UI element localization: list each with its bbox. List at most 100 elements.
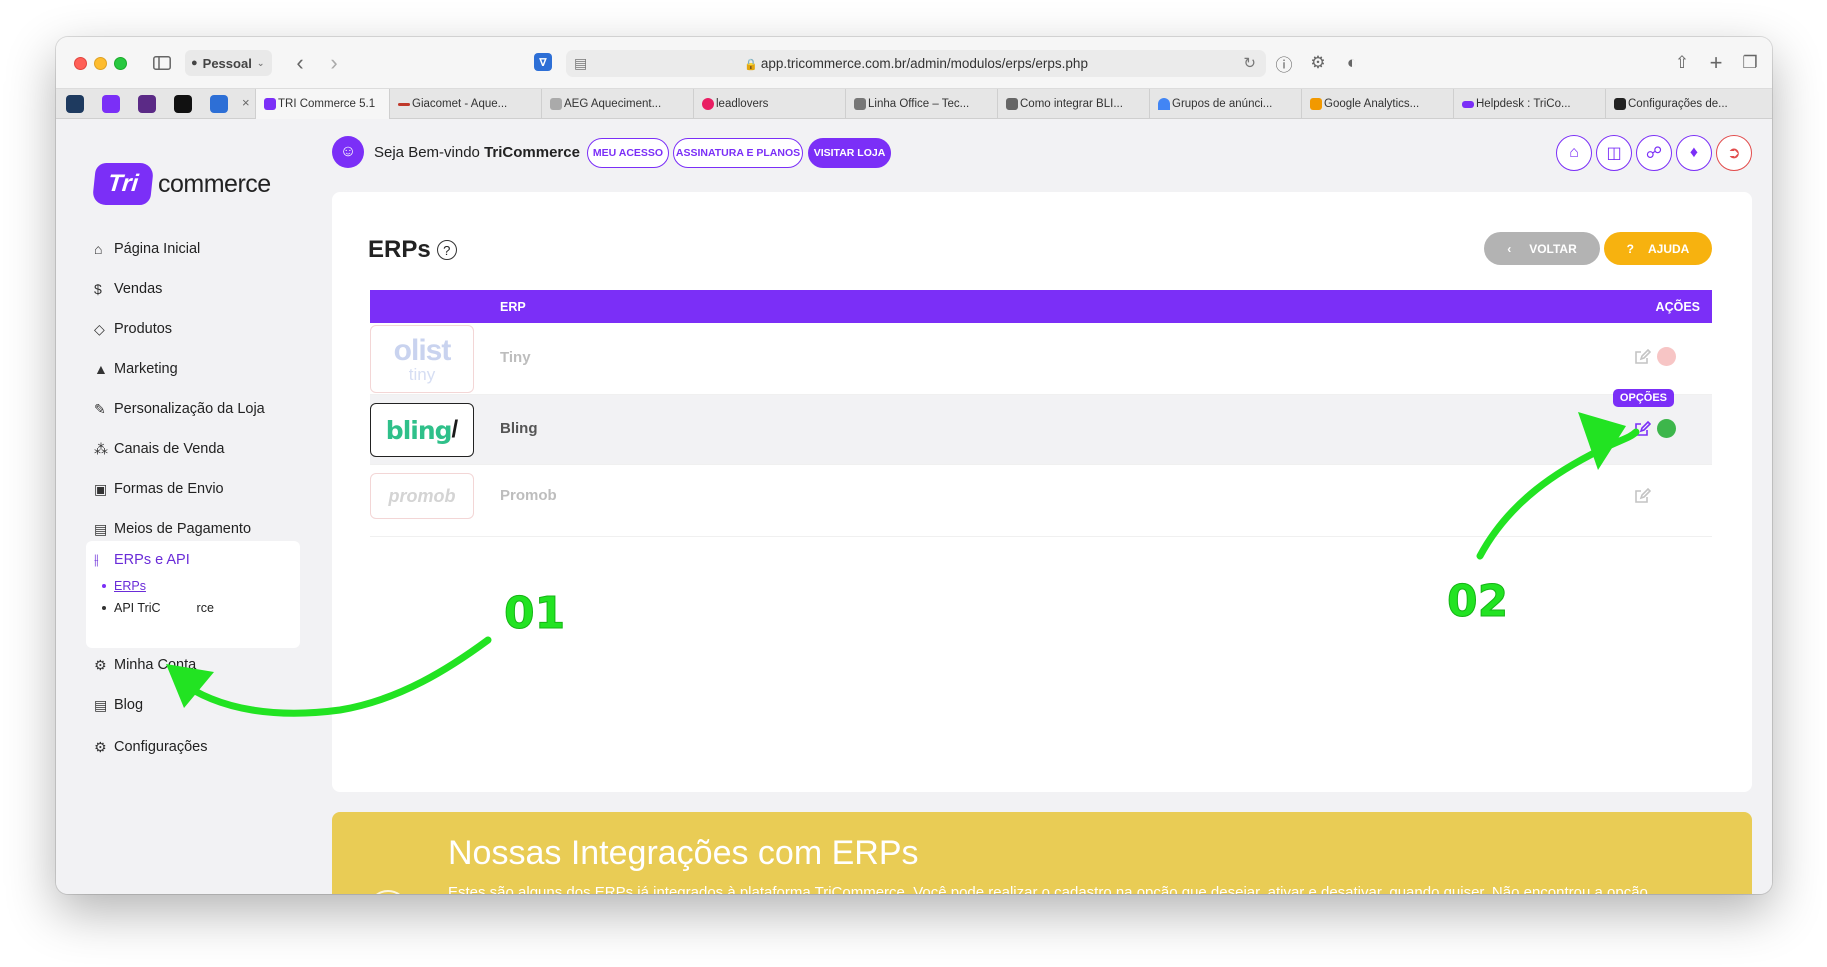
minimize-window-button[interactable]	[94, 57, 107, 70]
forward-icon[interactable]: ›	[322, 50, 346, 75]
tab-label: Google Analytics...	[1324, 98, 1420, 110]
zoom-window-button[interactable]	[114, 57, 127, 70]
pinned-tab-5[interactable]	[210, 95, 228, 113]
sidebar-item-configuracoes[interactable]: ⚙ Configurações	[94, 736, 208, 758]
tab-google-analytics[interactable]: Google Analytics...	[1301, 89, 1453, 119]
user-avatar-icon[interactable]: ☺	[332, 136, 364, 168]
sidebar-item-pagina-inicial[interactable]: ⌂ Página Inicial	[94, 238, 200, 260]
tab-overview-icon[interactable]: ❐	[1738, 51, 1762, 75]
sidebar-item-label: Minha Conta	[114, 657, 197, 673]
tab-label: leadlovers	[716, 98, 769, 110]
edit-icon[interactable]	[1632, 419, 1652, 439]
sidebar-group-erps-api: ⫲ ERPs e API ERPs API TriC rce	[86, 541, 300, 648]
edit-icon[interactable]	[1632, 486, 1652, 506]
erp-logo-main: bling	[385, 415, 453, 445]
tab-giacomet[interactable]: Giacomet - Aque...	[389, 89, 541, 119]
erp-name: Tiny	[500, 349, 531, 366]
sidebar-item-blog[interactable]: ▤ Blog	[94, 694, 143, 716]
cart-icon[interactable]: ☍	[1636, 135, 1672, 171]
truck-icon: ▣	[94, 480, 108, 497]
info-icon[interactable]: ⓘ	[1272, 51, 1296, 75]
status-indicator[interactable]	[1657, 347, 1676, 366]
browser-window: ● Pessoal ⌄ ‹ › ∇ ▤ 🔒 app.tricommerce.co…	[56, 37, 1772, 894]
sidebar-subitem-erps[interactable]: ERPs	[102, 579, 146, 593]
reload-icon[interactable]: ↻	[1243, 54, 1256, 72]
browser-toolbar: ● Pessoal ⌄ ‹ › ∇ ▤ 🔒 app.tricommerce.co…	[56, 37, 1772, 89]
tab-tricommerce[interactable]: TRI Commerce 5.1	[255, 89, 389, 119]
voltar-button[interactable]: ‹ VOLTAR	[1484, 232, 1600, 265]
address-bar[interactable]: ▤ 🔒 app.tricommerce.com.br/admin/modulos…	[566, 50, 1266, 77]
sidebar-subitem-label-end: rce	[196, 601, 214, 615]
edit-icon[interactable]	[1632, 347, 1652, 367]
shopping-bag-icon[interactable]: ◫	[1596, 135, 1632, 171]
annotation-label-02: 02	[1446, 576, 1509, 628]
sidebar-toggle-icon[interactable]	[150, 51, 174, 75]
bell-icon[interactable]: ♦	[1676, 135, 1712, 171]
new-tab-icon[interactable]: +	[1704, 50, 1728, 75]
ajuda-button[interactable]: ? AJUDA	[1604, 232, 1712, 265]
sidebar-item-canais-venda[interactable]: ⁂ Canais de Venda	[94, 438, 224, 460]
sidebar-item-label: Página Inicial	[114, 241, 201, 257]
column-header-acoes: AÇÕES	[1655, 300, 1700, 314]
banner-title: Nossas Integrações com ERPs	[448, 834, 919, 872]
sidebar-item-label: Marketing	[114, 361, 178, 377]
share-icon: ⫲	[94, 551, 99, 567]
profile-label: Pessoal	[202, 55, 252, 71]
home-icon[interactable]: ⌂	[1556, 135, 1592, 171]
tab-linha-office[interactable]: Linha Office – Tec...	[845, 89, 997, 119]
help-icon[interactable]: ?	[436, 240, 457, 260]
tab-label: Como integrar BLI...	[1020, 98, 1123, 110]
tab-favicon	[1462, 101, 1474, 108]
translate-extension-icon[interactable]: ∇	[534, 53, 552, 71]
sidebar-item-personalizacao[interactable]: ✎ Personalização da Loja	[94, 398, 265, 420]
shield-icon[interactable]: ◐	[1340, 51, 1364, 75]
back-icon[interactable]: ‹	[288, 50, 312, 75]
erp-logo-olist-tiny: olist tiny	[370, 325, 474, 393]
erps-table: ERP AÇÕES olist tiny Tiny bling / Bling …	[370, 290, 1712, 537]
tab-label: TRI Commerce 5.1	[278, 98, 376, 110]
tab-leadlovers[interactable]: leadlovers	[693, 89, 845, 119]
tab-aeg[interactable]: AEG Aqueciment...	[541, 89, 693, 119]
bullet-icon	[102, 606, 106, 610]
sidebar-item-minha-conta[interactable]: ⚙ Minha Conta	[94, 654, 196, 676]
sidebar-subitem-api[interactable]: API TriC rce	[102, 601, 214, 615]
sidebar-item-produtos[interactable]: ◇ Produtos	[94, 318, 172, 340]
tab-favicon	[702, 98, 714, 110]
logout-icon[interactable]: ➲	[1716, 135, 1752, 171]
tab-configuracoes[interactable]: Configurações de...	[1605, 89, 1772, 119]
sidebar-item-meios-pagamento[interactable]: ▤ Meios de Pagamento	[94, 518, 251, 540]
meu-acesso-button[interactable]: MEU ACESSO	[587, 138, 669, 168]
sidebar-item-vendas[interactable]: $ Vendas	[94, 278, 162, 300]
pinned-tab-2[interactable]	[102, 95, 120, 113]
sidebar-subitem-label: API TriC	[114, 601, 161, 615]
tab-favicon	[854, 98, 866, 110]
tab-helpdesk[interactable]: Helpdesk : TriCo...	[1453, 89, 1605, 119]
home-icon: ⌂	[94, 241, 103, 257]
assinatura-planos-button[interactable]: ASSINATURA E PLANOS	[673, 138, 803, 168]
tricommerce-logo[interactable]: Tri commerce	[91, 163, 271, 205]
top-icon-group: ⌂ ◫ ☍ ♦ ➲	[1556, 135, 1752, 171]
close-window-button[interactable]	[74, 57, 87, 70]
close-tab-icon[interactable]: ×	[242, 95, 250, 110]
tab-como-integrar[interactable]: Como integrar BLI...	[997, 89, 1149, 119]
page-content: Tri commerce ⌂ Página Inicial $ Vendas ◇ Pr…	[56, 120, 1772, 894]
erps-card: ERPs ? ‹ VOLTAR ? AJUDA ERP AÇÕES olist …	[332, 192, 1752, 792]
pinned-tab-3[interactable]	[138, 95, 156, 113]
profile-selector[interactable]: ● Pessoal ⌄	[185, 50, 273, 76]
opcoes-tooltip: OPÇÕES	[1612, 389, 1674, 407]
megaphone-icon: ▲	[94, 361, 108, 377]
tab-label: Giacomet - Aque...	[412, 98, 508, 110]
share-icon[interactable]: ⇧	[1670, 51, 1694, 75]
status-indicator[interactable]	[1657, 419, 1676, 438]
sidebar-item-label: ERPs e API	[114, 551, 190, 568]
banner-icon	[368, 890, 408, 894]
pinned-tab-1[interactable]	[66, 95, 84, 113]
sidebar-item-marketing[interactable]: ▲ Marketing	[94, 358, 178, 380]
pinned-tab-4[interactable]	[174, 95, 192, 113]
sidebar-item-erps-api[interactable]: ⫲ ERPs e API	[94, 551, 190, 568]
tab-grupos-anuncio[interactable]: Grupos de anúnci...	[1149, 89, 1301, 119]
sidebar-item-formas-envio[interactable]: ▣ Formas de Envio	[94, 478, 224, 500]
settings-gear-icon[interactable]: ⚙	[1306, 51, 1330, 75]
bullet-icon	[102, 584, 106, 588]
visitar-loja-button[interactable]: VISITAR LOJA	[808, 138, 891, 168]
